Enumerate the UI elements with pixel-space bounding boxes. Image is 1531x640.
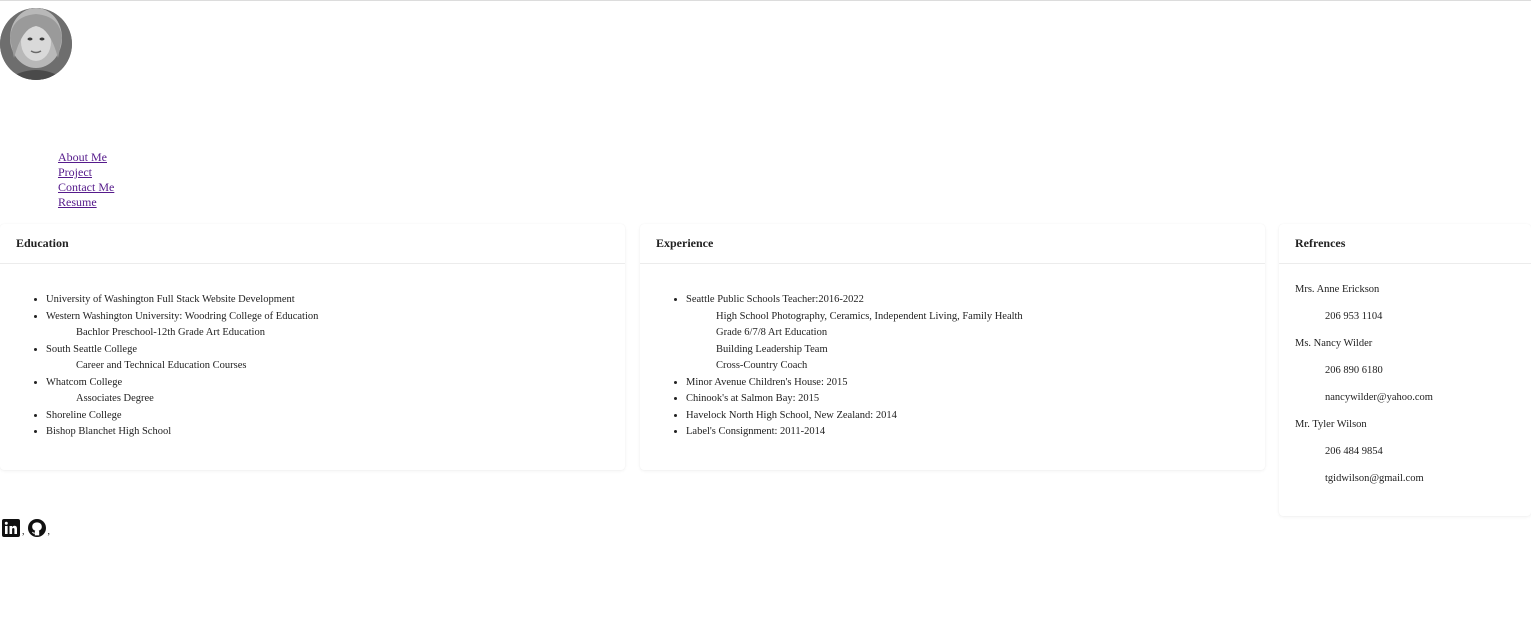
reference-name: Ms. Nancy Wilder <box>1295 338 1373 349</box>
profile-photo <box>0 8 72 80</box>
github-icon <box>27 519 46 537</box>
nav-link-contact-me[interactable]: Contact Me <box>58 180 114 195</box>
list-item: Shoreline College <box>46 408 625 425</box>
list-item: Seattle Public Schools Teacher:2016-2022… <box>686 292 1265 375</box>
separator: , <box>47 526 51 537</box>
references-title: Refrences <box>1279 224 1531 264</box>
references-card: Refrences Mrs. Anne Erickson 206 953 110… <box>1279 224 1531 516</box>
main-nav: About Me Project Contact Me Resume <box>58 150 114 210</box>
list-item: South Seattle College Career and Technic… <box>46 342 625 375</box>
reference-phone: 206 484 9854 <box>1325 446 1383 457</box>
avatar <box>0 8 72 80</box>
education-list: University of Washington Full Stack Webs… <box>0 292 625 441</box>
social-links: , , <box>2 519 53 537</box>
list-item-detail: High School Photography, Ceramics, Indep… <box>716 310 1023 322</box>
nav-link-project[interactable]: Project <box>58 165 114 180</box>
nav-link-about-me[interactable]: About Me <box>58 150 114 165</box>
education-title: Education <box>0 224 625 264</box>
experience-title: Experience <box>640 224 1265 264</box>
nav-link-resume[interactable]: Resume <box>58 195 114 210</box>
list-item: Whatcom College Associates Degree <box>46 375 625 408</box>
list-item-detail: Bachlor Preschool-12th Grade Art Educati… <box>76 327 265 338</box>
list-item: University of Washington Full Stack Webs… <box>46 292 625 309</box>
experience-card: Experience Seattle Public Schools Teache… <box>640 224 1265 470</box>
experience-list: Seattle Public Schools Teacher:2016-2022… <box>640 292 1265 441</box>
reference-phone: 206 890 6180 <box>1325 365 1383 376</box>
list-item-detail: Grade 6/7/8 Art Education <box>716 327 828 338</box>
separator: , <box>22 526 25 537</box>
list-item-detail: Associates Degree <box>76 393 154 404</box>
list-item: Western Washington University: Woodring … <box>46 309 625 342</box>
list-item-detail: Career and Technical Education Courses <box>76 360 247 371</box>
reference-phone: 206 953 1104 <box>1325 311 1383 322</box>
list-item: Bishop Blanchet High School <box>46 424 625 441</box>
list-item-detail: Building Leadership Team <box>716 343 828 355</box>
top-divider <box>0 0 1531 1</box>
reference-name: Mrs. Anne Erickson <box>1295 284 1380 295</box>
github-link[interactable] <box>27 519 46 537</box>
reference-email: tgidwilson@gmail.com <box>1325 473 1424 484</box>
reference-name: Mr. Tyler Wilson <box>1295 419 1367 430</box>
linkedin-icon <box>2 519 20 537</box>
list-item: Havelock North High School, New Zealand:… <box>686 408 1265 425</box>
list-item-detail: Cross-Country Coach <box>716 360 808 371</box>
reference-email: nancywilder@yahoo.com <box>1325 392 1433 403</box>
education-card: Education University of Washington Full … <box>0 224 625 470</box>
list-item: Minor Avenue Children's House: 2015 <box>686 375 1265 392</box>
list-item: Chinook's at Salmon Bay: 2015 <box>686 391 1265 408</box>
list-item: Label's Consignment: 2011-2014 <box>686 424 1265 441</box>
linkedin-link[interactable] <box>2 519 20 537</box>
